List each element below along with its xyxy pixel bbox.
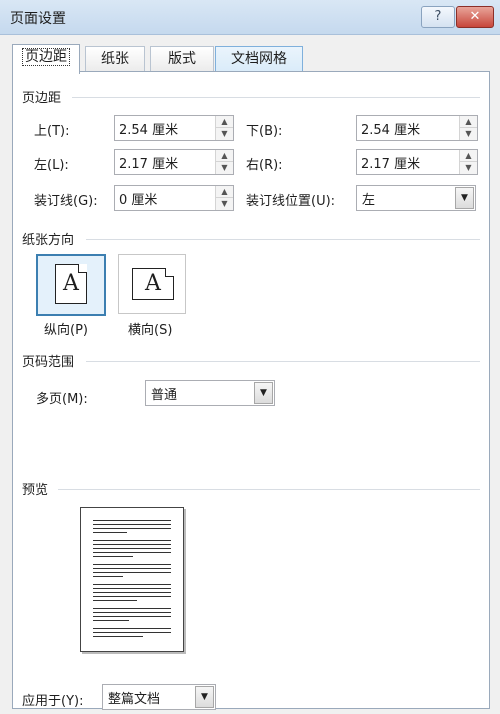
portrait-label[interactable]: 纵向(P)	[44, 319, 88, 338]
tab-paper[interactable]: 纸张	[85, 46, 145, 73]
tab-document-grid[interactable]: 文档网格	[215, 46, 303, 73]
landscape-page-icon: A	[132, 268, 174, 300]
top-margin-value: 2.54 厘米	[119, 123, 179, 138]
top-margin-spinner[interactable]: 2.54 厘米 ▲ ▼	[114, 115, 234, 141]
spin-up-icon[interactable]: ▲	[216, 186, 233, 197]
apply-to-value: 整篇文档	[108, 692, 161, 707]
margins-section-title: 页边距	[22, 91, 62, 106]
preview-divider	[58, 489, 480, 490]
spin-down-icon[interactable]: ▼	[216, 127, 233, 139]
landscape-label[interactable]: 横向(S)	[128, 319, 172, 338]
pages-section-title: 页码范围	[22, 355, 75, 370]
top-margin-label: 上(T):	[34, 124, 70, 139]
multiple-pages-label: 多页(M):	[36, 392, 88, 407]
left-margin-label: 左(L):	[34, 158, 69, 173]
preview-page	[80, 507, 184, 652]
dialog-title: 页面设置	[10, 11, 66, 27]
margins-divider	[72, 97, 480, 98]
spin-down-icon[interactable]: ▼	[216, 161, 233, 173]
close-button[interactable]: ✕	[456, 6, 494, 28]
tab-layout[interactable]: 版式	[150, 46, 214, 73]
bottom-margin-spinner[interactable]: 2.54 厘米 ▲ ▼	[356, 115, 478, 141]
pages-divider	[86, 361, 480, 362]
gutter-position-select[interactable]: 左 ▼	[356, 185, 476, 211]
tab-margins[interactable]: 页边距	[12, 44, 80, 74]
chevron-down-icon[interactable]: ▼	[195, 686, 214, 708]
bottom-margin-value: 2.54 厘米	[361, 123, 421, 138]
left-margin-value: 2.17 厘米	[119, 157, 179, 172]
apply-to-label: 应用于(Y):	[22, 694, 84, 709]
spin-up-icon[interactable]: ▲	[460, 150, 477, 161]
spin-down-icon[interactable]: ▼	[216, 197, 233, 209]
orientation-section-title: 纸张方向	[22, 233, 75, 248]
left-margin-spinner[interactable]: 2.17 厘米 ▲ ▼	[114, 149, 234, 175]
page-setup-dialog: 页面设置 ? ✕ 页边距 纸张 版式 文档网格 页边距 上(T): 2.54 厘…	[0, 0, 500, 714]
orientation-divider	[86, 239, 480, 240]
bottom-margin-label: 下(B):	[246, 124, 283, 139]
apply-to-select[interactable]: 整篇文档 ▼	[102, 684, 216, 710]
spin-down-icon[interactable]: ▼	[460, 161, 477, 173]
portrait-button[interactable]: A	[36, 254, 106, 316]
spin-up-icon[interactable]: ▲	[216, 150, 233, 161]
multiple-pages-value: 普通	[151, 388, 178, 403]
right-margin-spinner[interactable]: 2.17 厘米 ▲ ▼	[356, 149, 478, 175]
spin-down-icon[interactable]: ▼	[460, 127, 477, 139]
title-bar: 页面设置 ? ✕	[0, 0, 500, 35]
right-margin-label: 右(R):	[246, 158, 283, 173]
portrait-page-icon: A	[55, 264, 87, 304]
gutter-position-value: 左	[362, 193, 376, 208]
gutter-position-label: 装订线位置(U):	[246, 194, 336, 209]
multiple-pages-select[interactable]: 普通 ▼	[145, 380, 275, 406]
preview-section-title: 预览	[22, 483, 49, 498]
right-margin-value: 2.17 厘米	[361, 157, 421, 172]
gutter-spinner[interactable]: 0 厘米 ▲ ▼	[114, 185, 234, 211]
landscape-button[interactable]: A	[118, 254, 186, 314]
chevron-down-icon[interactable]: ▼	[254, 382, 273, 404]
spin-up-icon[interactable]: ▲	[216, 116, 233, 127]
help-icon: ?	[434, 9, 442, 24]
close-icon: ✕	[469, 9, 481, 24]
spin-up-icon[interactable]: ▲	[460, 116, 477, 127]
chevron-down-icon[interactable]: ▼	[455, 187, 474, 209]
help-button[interactable]: ?	[421, 6, 455, 28]
gutter-value: 0 厘米	[119, 193, 158, 208]
gutter-label: 装订线(G):	[34, 194, 98, 209]
